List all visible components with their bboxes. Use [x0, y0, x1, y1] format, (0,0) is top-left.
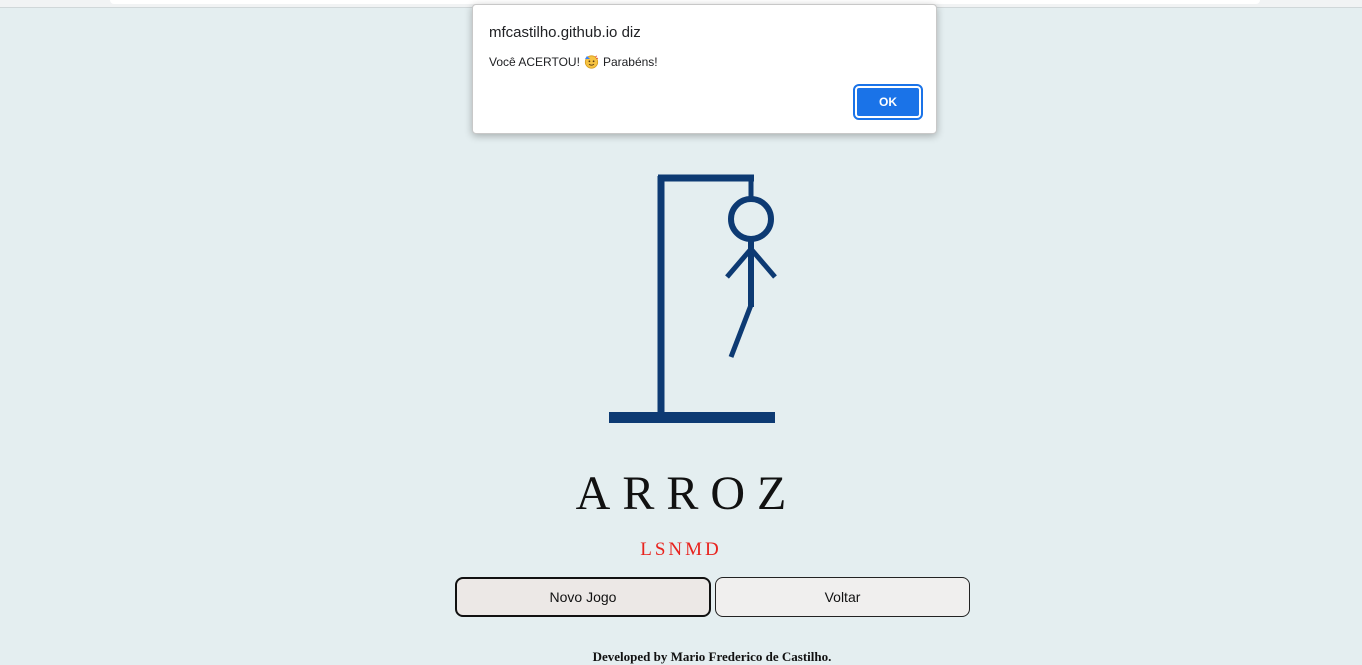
hangman-right-arm — [749, 247, 777, 279]
hangman-head — [728, 196, 774, 242]
dialog-message: Você ACERTOU! Parabéns! — [489, 54, 658, 69]
hangman-svg — [609, 174, 777, 423]
party-face-icon — [584, 54, 599, 69]
hangman-left-leg — [728, 304, 754, 358]
back-button[interactable]: Voltar — [715, 577, 970, 617]
hangman-drawing — [600, 165, 790, 435]
gallows-base — [609, 412, 775, 423]
ok-button[interactable]: OK — [853, 84, 923, 120]
dialog-message-text: Você ACERTOU! — [489, 54, 580, 69]
footer-credit: Developed by Mario Frederico de Castilho… — [592, 649, 832, 664]
wrong-letters: LSNMD — [640, 539, 722, 560]
dialog-message-suffix: Parabéns! — [602, 54, 658, 69]
dialog-origin: mfcastilho.github.io diz — [489, 24, 641, 41]
hangman-left-arm — [725, 247, 753, 279]
new-game-button[interactable]: Novo Jogo — [455, 577, 711, 617]
guessed-word: ARROZ — [575, 467, 799, 520]
alert-dialog: mfcastilho.github.io diz Você ACERTOU! P… — [472, 4, 937, 134]
